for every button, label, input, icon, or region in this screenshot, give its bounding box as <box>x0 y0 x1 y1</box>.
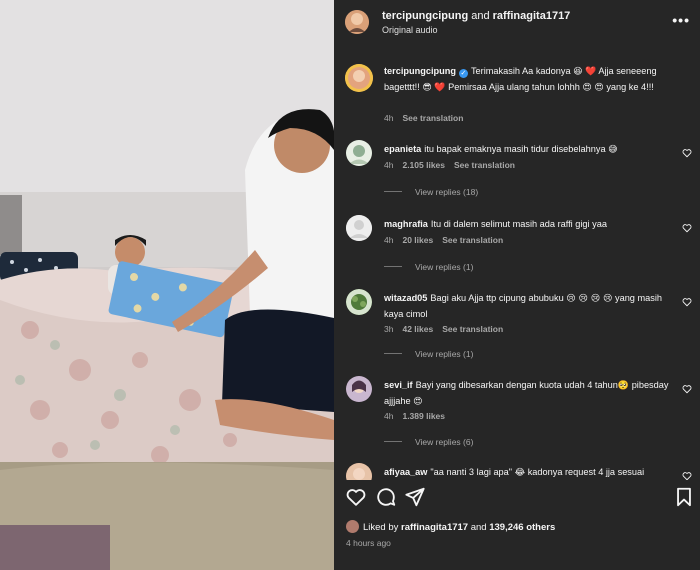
heart-eyes-emoji-icon: 😍 <box>413 397 423 407</box>
comment-body: Bagi aku Ajja ttp cipung abubuku <box>430 293 564 303</box>
view-replies-button[interactable]: View replies (1) <box>384 262 473 272</box>
see-translation-link[interactable]: See translation <box>402 113 463 123</box>
liker-avatar <box>346 520 359 533</box>
view-replies-button[interactable]: View replies (18) <box>384 187 478 197</box>
comment-body: itu bapak emaknya masih tidur disebelahn… <box>424 144 606 154</box>
like-heart-icon[interactable] <box>682 297 692 307</box>
view-replies-label: View replies (6) <box>415 437 474 447</box>
comment-username[interactable]: epanieta <box>384 144 421 154</box>
comment-meta: 4h 20 likes See translation <box>384 235 512 245</box>
comment-text: witazad05 Bagi aku Ajja ttp cipung abubuk… <box>384 291 674 322</box>
caption-text-a: Terimakasih Aa kadonya <box>470 66 571 76</box>
liker-username[interactable]: raffinagita1717 <box>401 522 468 533</box>
caption-author-avatar[interactable] <box>345 64 373 92</box>
comment-meta: 4h 2.105 likes See translation <box>384 160 524 170</box>
like-heart-icon[interactable] <box>682 384 692 394</box>
laughing-emoji-icon: 😂 <box>514 468 526 478</box>
post-authors: tercipungcipung and raffinagita1717 <box>382 10 570 22</box>
more-options-icon[interactable]: ••• <box>672 12 690 28</box>
view-replies-button[interactable]: View replies (6) <box>384 437 473 447</box>
comment-likes[interactable]: 1.389 likes <box>402 411 445 421</box>
comment-meta: 3h 42 likes See translation <box>384 324 512 334</box>
view-replies-label: View replies (18) <box>415 187 479 197</box>
commenter-avatar[interactable] <box>346 376 372 402</box>
comment-body: Itu di dalem selimut masih ada raffi gig… <box>430 219 607 229</box>
view-replies-label: View replies (1) <box>415 262 474 272</box>
comment-likes[interactable]: 2.105 likes <box>402 160 445 170</box>
comment-time: 3h <box>384 324 394 334</box>
sunglasses-emoji-icon: 😎 <box>422 83 432 93</box>
comment-time: 4h <box>384 160 394 170</box>
view-replies-label: View replies (1) <box>415 349 474 359</box>
comment-username[interactable]: afiyaa_aw <box>384 467 427 477</box>
caption-time: 4h <box>384 113 394 123</box>
comment-time: 4h <box>384 235 394 245</box>
comment-body: "aa nanti 3 lagi apa" <box>430 467 513 477</box>
caption-text: tercipungcipung ✓ Terimakasih Aa kadonya 😆… <box>384 64 674 96</box>
likes-count[interactable]: 139,246 others <box>489 522 555 533</box>
liked-by-prefix: Liked by <box>363 522 399 533</box>
likes-summary[interactable]: Liked by raffinagita1717 and 139,246 oth… <box>346 520 555 533</box>
caption-text-d: yang ke 4!!! <box>606 82 654 92</box>
authors-and-text: and <box>471 10 490 22</box>
video-player[interactable] <box>0 0 334 570</box>
comment-body: Bayi yang dibesarkan dengan kuota udah 4… <box>415 380 618 390</box>
verified-badge-icon: ✓ <box>458 69 468 78</box>
commenter-avatar[interactable] <box>346 463 372 480</box>
comment-icon[interactable] <box>375 486 397 508</box>
caption-username[interactable]: tercipungcipung <box>384 66 456 76</box>
like-heart-icon[interactable] <box>682 148 692 158</box>
caption-meta: 4h See translation <box>384 113 472 123</box>
pleading-emoji-icon: 🥺 <box>617 381 630 391</box>
comment-likes[interactable]: 20 likes <box>402 235 433 245</box>
posted-time: 4 hours ago <box>346 538 391 548</box>
heart-emoji-icon: ❤️ <box>585 67 597 77</box>
comment-text: maghrafia Itu di dalem selimut masih ada … <box>384 217 674 232</box>
comment-likes[interactable]: 42 likes <box>402 324 433 334</box>
commenter-avatar[interactable] <box>346 215 372 241</box>
commenter-avatar[interactable] <box>346 140 372 166</box>
comment-text: afiyaa_aw "aa nanti 3 lagi apa" 😂 kadonya… <box>384 465 674 480</box>
post-header: tercipungcipung and raffinagita1717 Orig… <box>334 0 700 48</box>
like-heart-icon[interactable] <box>682 471 692 480</box>
see-translation-link[interactable]: See translation <box>454 160 515 170</box>
commenter-avatar[interactable] <box>346 289 372 315</box>
comment-body-cont: kadonya request 4 jja sesuai <box>527 467 645 477</box>
comment-username[interactable]: sevi_if <box>384 380 413 390</box>
comment-username[interactable]: maghrafia <box>384 219 428 229</box>
author-2-link[interactable]: raffinagita1717 <box>493 10 571 22</box>
comment-text: epanieta itu bapak emaknya masih tidur di… <box>384 142 674 158</box>
heart-eyes-emoji-icon: 😍 <box>582 83 592 93</box>
save-bookmark-icon[interactable] <box>673 486 695 508</box>
grin-emoji-icon: 😆 <box>573 67 583 77</box>
comment-meta: 4h 1.389 likes <box>384 411 454 421</box>
comment-time: 4h <box>384 411 394 421</box>
comment-username[interactable]: witazad05 <box>384 293 427 303</box>
sweat-smile-emoji-icon: 😅 <box>608 145 618 155</box>
post-details-pane: tercipungcipung and raffinagita1717 Orig… <box>334 0 700 570</box>
video-frame <box>0 0 334 570</box>
crying-emoji-icon: 😢 😢 😢 😢 <box>566 294 613 304</box>
like-icon[interactable] <box>345 486 367 508</box>
comments-list[interactable]: tercipungcipung ✓ Terimakasih Aa kadonya 😆… <box>334 54 700 480</box>
see-translation-link[interactable]: See translation <box>442 324 503 334</box>
share-icon[interactable] <box>404 486 426 508</box>
heart-eyes-emoji-icon: 😍 <box>594 83 604 93</box>
post-actions-bar <box>334 486 700 514</box>
author-1-link[interactable]: tercipungcipung <box>382 10 468 22</box>
view-replies-button[interactable]: View replies (1) <box>384 349 473 359</box>
caption-text-c: Pemirsaa Ajja ulang tahun lohhh <box>448 82 580 92</box>
see-translation-link[interactable]: See translation <box>442 235 503 245</box>
heart-emoji-icon: ❤️ <box>434 83 446 93</box>
audio-label[interactable]: Original audio <box>382 25 438 35</box>
liked-and-text: and <box>470 522 487 533</box>
like-heart-icon[interactable] <box>682 223 692 233</box>
author-avatar[interactable] <box>345 10 369 34</box>
comment-text: sevi_if Bayi yang dibesarkan dengan kuota… <box>384 378 674 410</box>
